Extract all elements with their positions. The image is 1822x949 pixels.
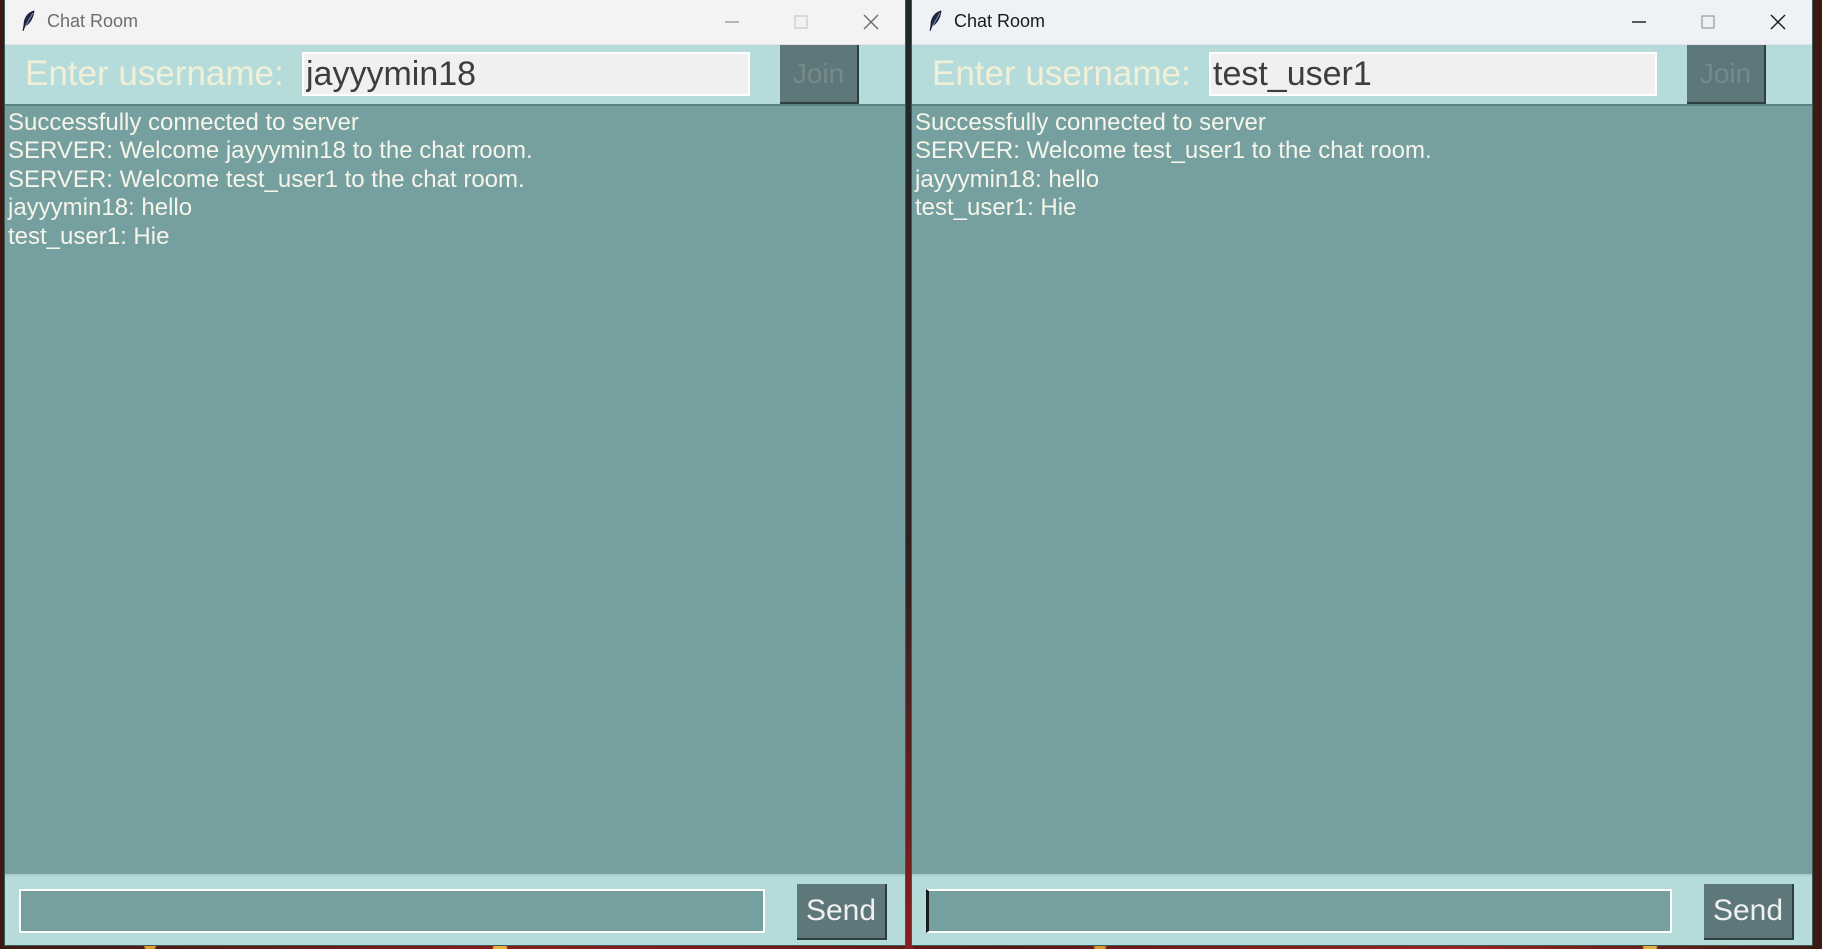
close-icon [1770, 14, 1786, 30]
chat-message: Successfully connected to server [915, 109, 1266, 136]
join-button[interactable]: Join [780, 45, 859, 104]
chat-message: test_user1: Hie [915, 194, 1077, 221]
chat-message: SERVER: Welcome test_user1 to the chat r… [8, 166, 525, 193]
close-button[interactable] [1744, 0, 1812, 44]
chat-message: Successfully connected to server [8, 109, 359, 136]
message-input[interactable] [926, 889, 1672, 933]
maximize-button[interactable] [1674, 0, 1742, 44]
username-label: Enter username: [25, 54, 284, 93]
chat-messages: Successfully connected to server SERVER:… [912, 104, 1812, 876]
chat-message: SERVER: Welcome test_user1 to the chat r… [915, 137, 1432, 164]
minimize-button[interactable] [698, 0, 766, 44]
feather-icon [929, 10, 942, 32]
chat-room-window-left: Chat Room Enter username: Join Successfu… [5, 0, 905, 945]
window-title: Chat Room [47, 11, 139, 31]
username-label: Enter username: [932, 54, 1191, 93]
message-bar: Send [912, 876, 1812, 945]
minimize-icon [725, 21, 739, 23]
message-bar: Send [5, 876, 905, 945]
feather-icon [22, 10, 35, 32]
title-bar[interactable]: Chat Room [912, 0, 1812, 45]
title-bar[interactable]: Chat Room [5, 0, 905, 45]
window-title: Chat Room [954, 11, 1046, 31]
maximize-button[interactable] [767, 0, 835, 44]
chat-message: test_user1: Hie [8, 223, 170, 250]
send-button[interactable]: Send [797, 884, 887, 940]
chat-message: jayyymin18: hello [915, 166, 1100, 193]
username-bar: Enter username: Join [912, 45, 1812, 104]
send-button[interactable]: Send [1704, 884, 1794, 940]
chat-messages: Successfully connected to server SERVER:… [5, 104, 905, 876]
chat-message: jayyymin18: hello [8, 194, 193, 221]
username-input[interactable] [1209, 52, 1657, 96]
maximize-icon [794, 15, 808, 29]
minimize-button[interactable] [1605, 0, 1673, 44]
username-input[interactable] [302, 52, 750, 96]
chat-message: SERVER: Welcome jayyymin18 to the chat r… [8, 137, 533, 164]
close-icon [863, 14, 879, 30]
close-button[interactable] [837, 0, 905, 44]
join-button[interactable]: Join [1687, 45, 1766, 104]
chat-room-window-right: Chat Room Enter username: Join Successfu… [912, 0, 1812, 945]
minimize-icon [1632, 21, 1646, 23]
maximize-icon [1701, 15, 1715, 29]
message-input[interactable] [19, 889, 765, 933]
username-bar: Enter username: Join [5, 45, 905, 104]
